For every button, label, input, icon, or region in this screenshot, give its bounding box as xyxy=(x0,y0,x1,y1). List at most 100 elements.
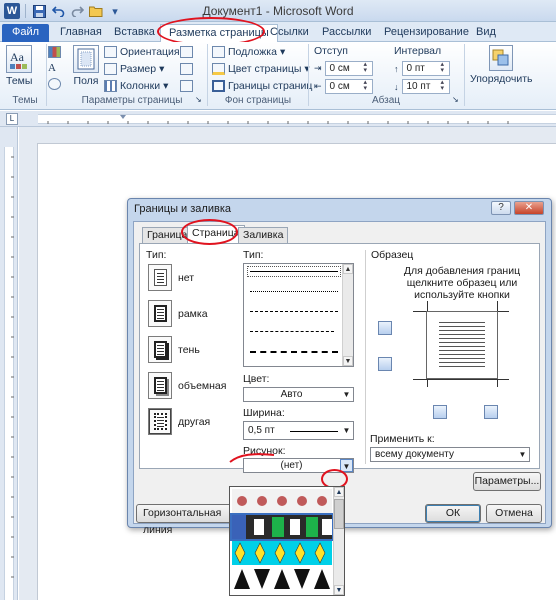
right-border-button[interactable] xyxy=(484,405,498,419)
tab-review[interactable]: Рецензирование xyxy=(376,24,477,42)
setting-3d-label: объемная xyxy=(178,380,227,392)
columns-icon xyxy=(104,80,117,92)
ribbon-tab-bar: Файл Главная Вставка Разметка страницы С… xyxy=(0,22,556,43)
setting-3d-button[interactable] xyxy=(148,372,172,399)
line-style-list[interactable]: ▲ ▼ xyxy=(243,263,354,367)
setting-shadow-button[interactable] xyxy=(148,336,172,363)
art-option[interactable] xyxy=(232,567,332,591)
scroll-down-icon[interactable]: ▼ xyxy=(334,585,344,595)
line-style-solid[interactable] xyxy=(250,271,338,272)
arrange-label: Упорядочить xyxy=(470,73,533,85)
line-style-scrollbar[interactable]: ▲ ▼ xyxy=(342,264,353,366)
chevron-down-icon: ▼ xyxy=(342,390,351,399)
line-style-dashed[interactable] xyxy=(250,311,338,312)
color-select[interactable]: Авто ▼ xyxy=(243,387,354,402)
spacing-before-field[interactable]: ↑ 0 пт xyxy=(394,61,450,76)
arrange-button[interactable]: Упорядочить xyxy=(470,45,532,85)
page-border-panel: Тип: нет рамка тень объемная другая Тип: xyxy=(139,243,540,473)
tab-insert[interactable]: Вставка xyxy=(106,24,163,42)
vertical-ruler[interactable] xyxy=(0,127,18,600)
dialog-launcher-icon[interactable]: ↘ xyxy=(195,95,202,104)
line-style-long-dash[interactable] xyxy=(250,331,334,332)
page-color-label: Цвет страницы xyxy=(228,63,302,75)
ruler-scale xyxy=(4,147,14,600)
top-border-button[interactable] xyxy=(378,321,392,335)
indent-right-field[interactable]: ⇤ 0 см xyxy=(314,79,373,94)
orientation-button[interactable]: Ориентация▾ xyxy=(104,46,188,58)
art-select[interactable]: (нет) ▼ xyxy=(243,458,354,473)
margins-button[interactable]: Поля xyxy=(73,45,99,87)
tab-file[interactable]: Файл xyxy=(2,24,50,42)
hyphenation-icon[interactable] xyxy=(180,80,193,92)
indent-heading: Отступ xyxy=(314,45,348,57)
spacing-after-field[interactable]: ↓ 10 пт xyxy=(394,79,450,94)
themes-button[interactable]: Aa Темы xyxy=(6,45,32,87)
tab-shading[interactable]: Заливка xyxy=(238,227,289,243)
chevron-down-icon: ▾ xyxy=(163,80,169,92)
scroll-up-icon[interactable]: ▲ xyxy=(343,264,353,274)
group-divider xyxy=(464,44,465,106)
setting-box-button[interactable] xyxy=(148,300,172,327)
line-style-dash-dot[interactable] xyxy=(250,351,338,353)
borders-and-shading-dialog: Границы и заливка ? ✕ Граница Страница З… xyxy=(127,198,552,536)
dialog-body: Граница Страница Заливка Тип: нет рамка … xyxy=(133,221,546,536)
tab-references[interactable]: Ссылки xyxy=(262,24,317,42)
help-button[interactable]: ? xyxy=(491,201,511,215)
close-button[interactable]: ✕ xyxy=(514,201,544,215)
tab-page-layout[interactable]: Разметка страницы xyxy=(160,24,278,43)
art-option[interactable] xyxy=(232,489,332,513)
width-select[interactable]: 0,5 пт ▼ xyxy=(243,421,354,440)
cancel-button[interactable]: Отмена xyxy=(486,504,542,523)
scroll-down-icon[interactable]: ▼ xyxy=(343,356,353,366)
theme-colors-icon[interactable] xyxy=(48,46,61,58)
scroll-thumb[interactable] xyxy=(334,499,344,529)
apply-to-select[interactable]: всему документу ▼ xyxy=(370,447,530,462)
watermark-label: Подложка xyxy=(228,46,277,58)
options-button[interactable]: Параметры... xyxy=(473,472,541,491)
size-label: Размер xyxy=(120,63,157,75)
line-numbers-icon[interactable] xyxy=(180,63,193,75)
line-style-dotted[interactable] xyxy=(250,291,338,292)
watermark-button[interactable]: Подложка ▾ xyxy=(212,46,285,58)
theme-fonts-icon[interactable]: A xyxy=(48,62,56,74)
scroll-up-icon[interactable]: ▲ xyxy=(334,487,344,497)
ok-button[interactable]: ОК xyxy=(425,504,481,523)
page-color-icon xyxy=(212,63,225,75)
tab-stop-selector[interactable]: L xyxy=(6,113,18,125)
tab-page-border[interactable]: Страница xyxy=(187,225,245,244)
tab-view[interactable]: Вид xyxy=(468,24,504,42)
indent-right-input[interactable]: 0 см xyxy=(324,79,373,94)
columns-button[interactable]: Колонки ▾ xyxy=(104,80,168,92)
preview-hint: Для добавления границ щелкните образец и… xyxy=(403,265,521,301)
border-preview[interactable] xyxy=(426,311,498,379)
breaks-icon[interactable] xyxy=(180,46,193,58)
setting-none-button[interactable] xyxy=(148,264,172,291)
size-button[interactable]: Размер ▾ xyxy=(104,63,164,75)
setting-custom-button[interactable] xyxy=(148,408,172,435)
art-dropdown-list[interactable]: ▲ ▼ xyxy=(229,486,345,596)
art-option[interactable] xyxy=(232,541,332,565)
theme-effects-icon[interactable] xyxy=(48,78,61,90)
bottom-border-button[interactable] xyxy=(378,357,392,371)
left-border-button[interactable] xyxy=(433,405,447,419)
tab-home[interactable]: Главная xyxy=(52,24,110,42)
spacing-after-icon: ↓ xyxy=(394,81,399,92)
tab-mailings[interactable]: Рассылки xyxy=(314,24,379,42)
page-color-button[interactable]: Цвет страницы▾ xyxy=(212,63,310,75)
margins-label: Поля xyxy=(73,75,99,87)
dialog-launcher-icon[interactable]: ↘ xyxy=(452,95,459,104)
apply-to-value: всему документу xyxy=(375,449,454,460)
tab-borders[interactable]: Граница xyxy=(142,227,193,243)
spacing-before-input[interactable]: 0 пт xyxy=(401,61,450,76)
orientation-icon xyxy=(104,46,117,58)
art-option-selected[interactable] xyxy=(230,513,334,541)
art-list-scrollbar[interactable]: ▲ ▼ xyxy=(333,487,344,595)
indent-left-field[interactable]: ⇥ 0 см xyxy=(314,61,373,76)
page-borders-button[interactable]: Границы страниц xyxy=(212,80,312,92)
style-heading: Тип: xyxy=(243,249,264,261)
horizontal-ruler[interactable]: L xyxy=(0,111,556,127)
watermark-icon xyxy=(212,46,225,58)
chevron-down-icon[interactable]: ▼ xyxy=(340,459,353,472)
spacing-after-input[interactable]: 10 пт xyxy=(401,79,450,94)
indent-left-input[interactable]: 0 см xyxy=(324,61,373,76)
